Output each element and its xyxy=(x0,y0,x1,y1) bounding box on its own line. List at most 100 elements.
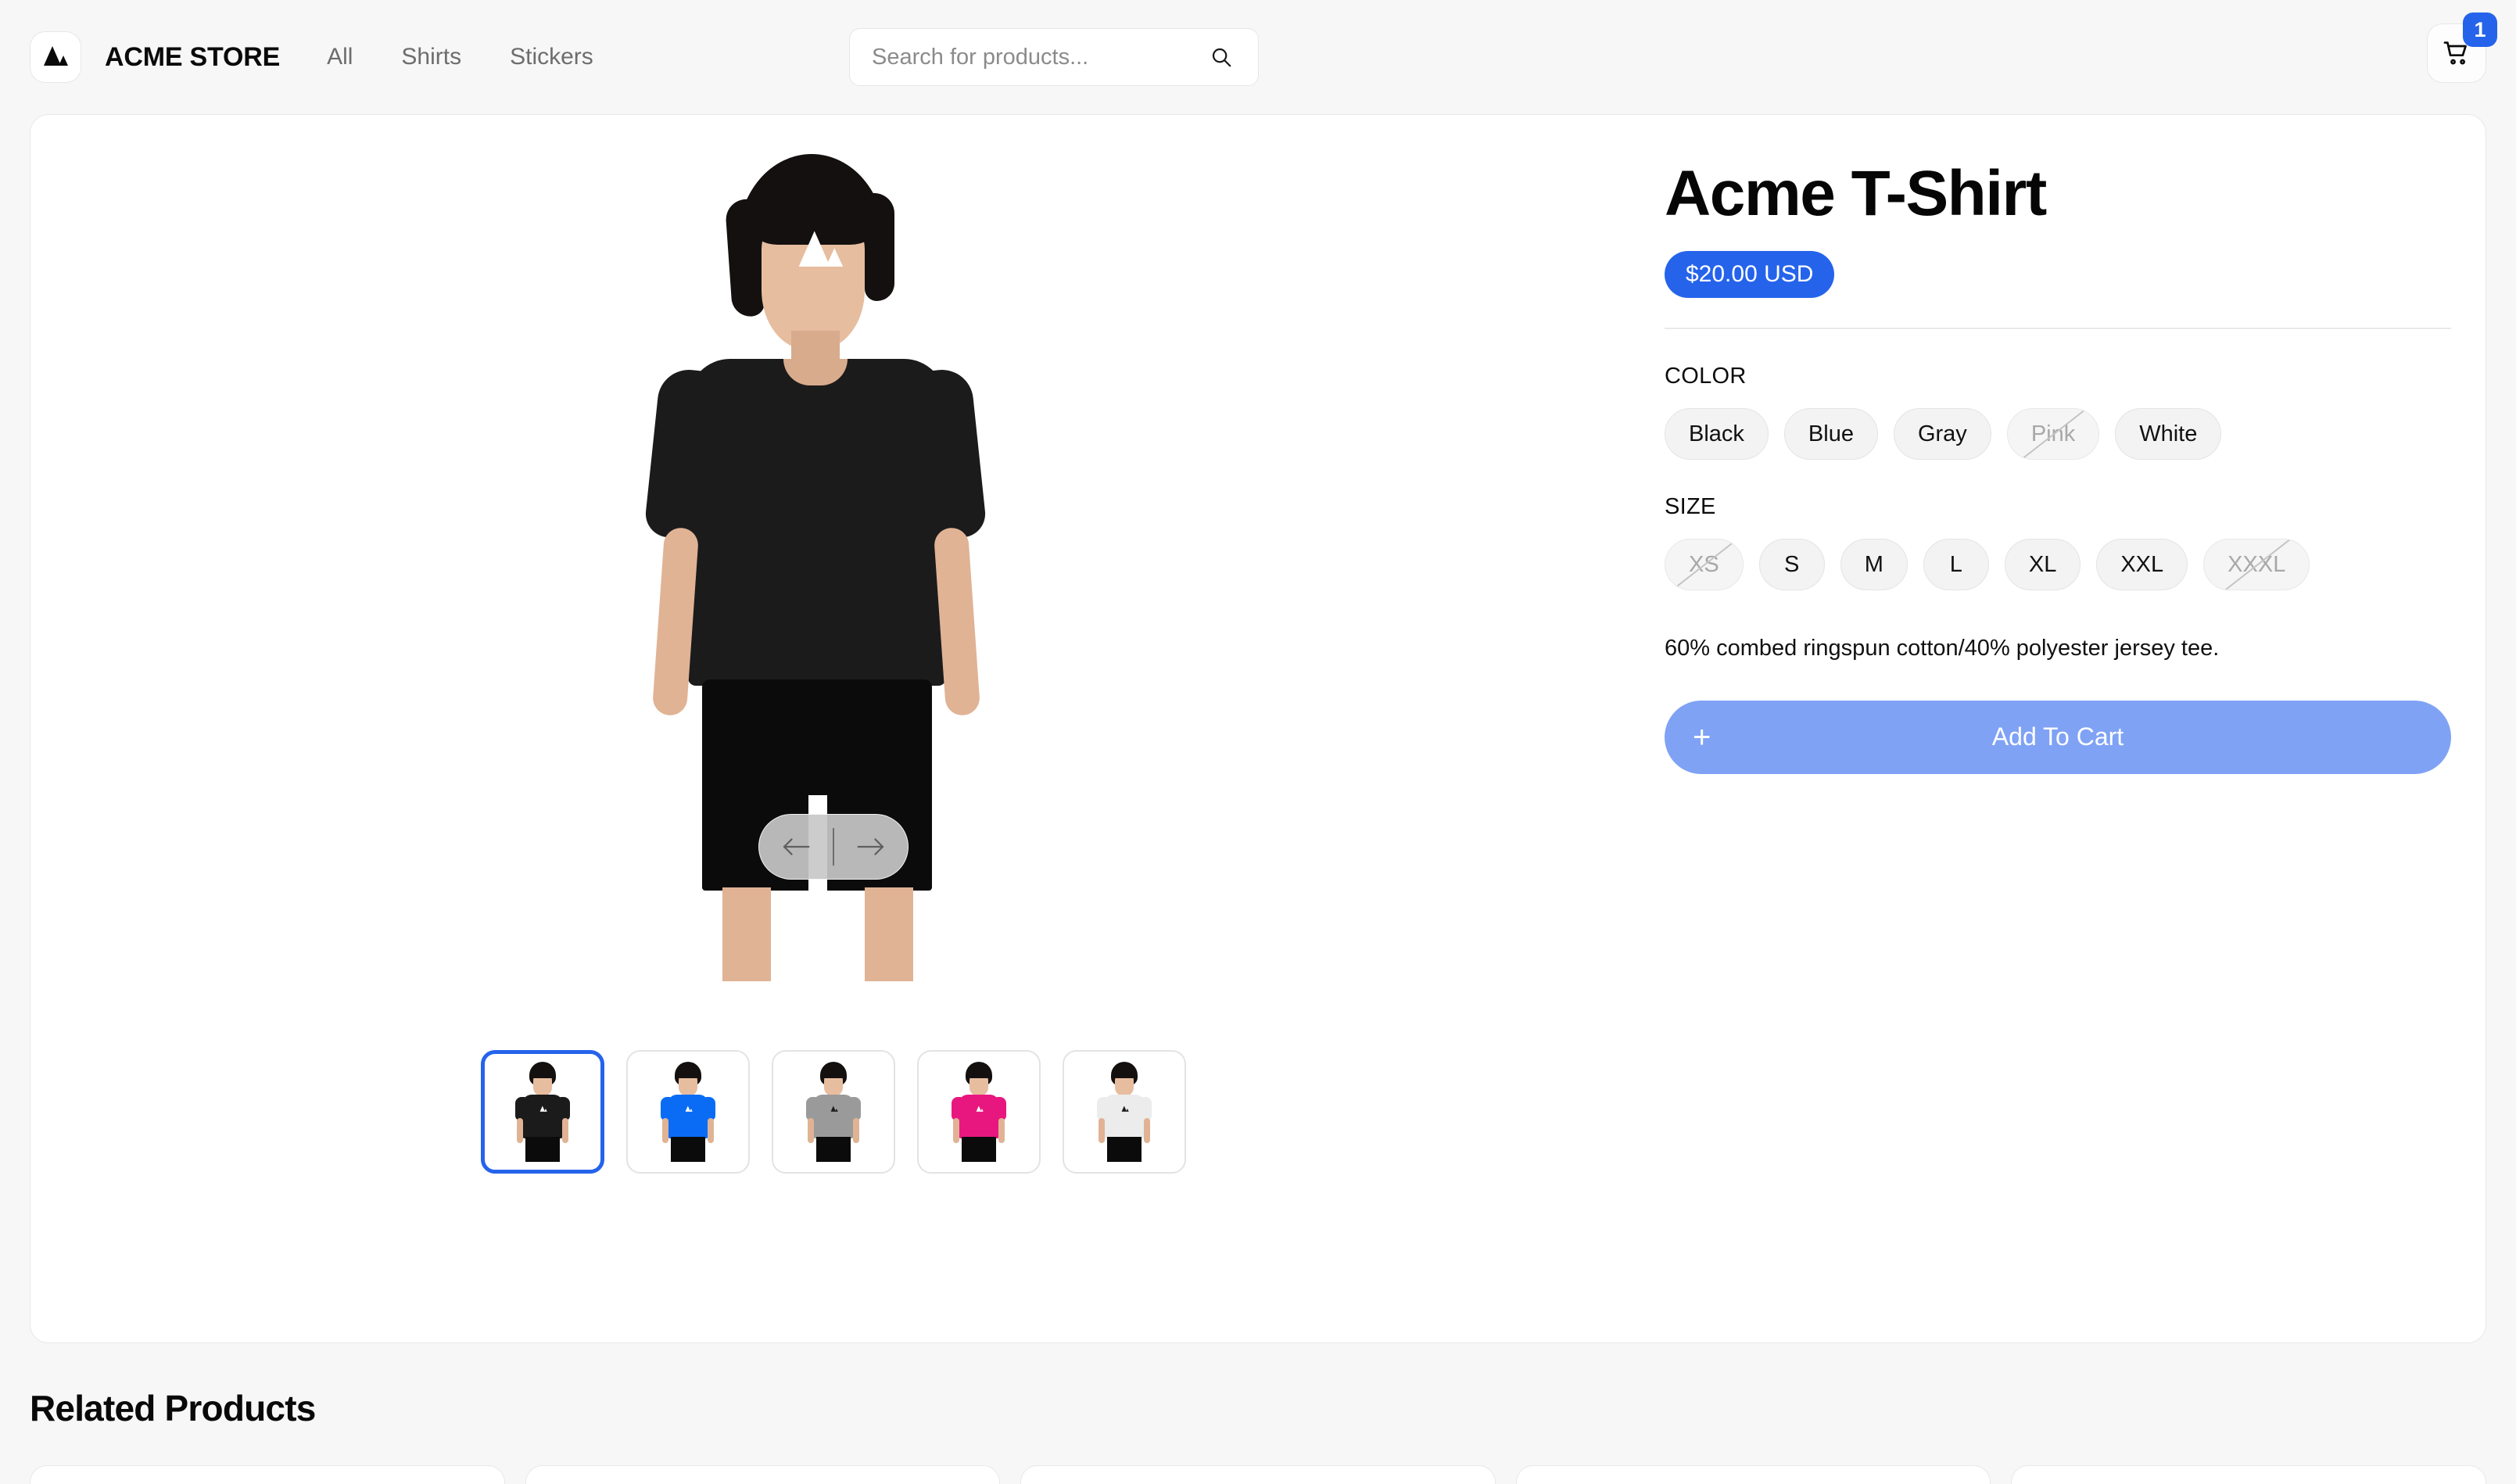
search-input[interactable] xyxy=(872,44,1206,70)
brand-area: ACME STORE xyxy=(30,31,280,83)
color-option-gray[interactable]: Gray xyxy=(1893,408,1991,461)
thumbnail-figure xyxy=(951,1060,1007,1163)
thumb-arm-left xyxy=(517,1118,523,1143)
add-to-cart-button[interactable]: + Add To Cart xyxy=(1665,700,2451,774)
thumb-arm-left xyxy=(1099,1118,1105,1143)
thumbnail-blue[interactable] xyxy=(626,1050,750,1174)
thumb-fringe xyxy=(1113,1068,1136,1078)
shirt-acme-logo-icon xyxy=(798,231,844,267)
color-option-white[interactable]: White xyxy=(2115,408,2222,461)
thumb-acme-logo-icon xyxy=(1121,1106,1129,1112)
thumb-arm-right xyxy=(562,1118,568,1143)
thumb-arm-left xyxy=(808,1118,814,1143)
thumb-fringe xyxy=(531,1068,554,1078)
related-products-title: Related Products xyxy=(30,1388,316,1428)
arrow-right-icon xyxy=(857,838,884,855)
related-product-card[interactable] xyxy=(1515,1465,1991,1484)
thumbnail-strip xyxy=(65,1050,1602,1174)
product-hero-image[interactable] xyxy=(65,146,1602,1022)
brand-name[interactable]: ACME STORE xyxy=(105,42,280,73)
top-navigation-bar: ACME STORE All Shirts Stickers 1 xyxy=(0,0,2516,114)
model-leg-left xyxy=(722,887,771,981)
thumbnail-figure xyxy=(514,1060,571,1163)
size-option-xl[interactable]: XL xyxy=(2004,539,2081,591)
thumb-pants xyxy=(962,1137,996,1162)
thumbnail-gray[interactable] xyxy=(772,1050,895,1174)
thumb-shirt xyxy=(1104,1095,1145,1138)
thumb-fringe xyxy=(967,1068,991,1078)
size-option-group: XS S M L XL XXL XXXL xyxy=(1665,539,2451,591)
thumb-arm-right xyxy=(998,1118,1005,1143)
option-label: XXL xyxy=(2120,551,2164,577)
size-option-label: SIZE xyxy=(1665,494,1716,520)
thumb-pants xyxy=(525,1137,560,1162)
color-option-blue[interactable]: Blue xyxy=(1783,408,1878,461)
thumb-acme-logo-icon xyxy=(976,1106,984,1112)
logo-svg xyxy=(44,46,68,66)
thumbnail-pink[interactable] xyxy=(917,1050,1041,1174)
product-detail-card: Acme T-Shirt $20.00 USD COLOR Black Blue G… xyxy=(30,114,2486,1343)
thumb-acme-logo-icon xyxy=(685,1106,693,1112)
thumb-arm-right xyxy=(853,1118,859,1143)
option-label: XL xyxy=(2028,551,2057,577)
cart-area: 1 xyxy=(2427,13,2497,83)
thumbnail-figure xyxy=(1096,1060,1152,1163)
search-glyph xyxy=(1212,48,1231,67)
search-icon[interactable] xyxy=(1206,42,1236,72)
product-price-badge: $20.00 USD xyxy=(1665,251,1835,299)
search-box[interactable] xyxy=(849,28,1259,86)
nav-link-all[interactable]: All xyxy=(327,44,353,70)
size-option-xxl[interactable]: XXL xyxy=(2096,539,2188,591)
option-label: Blue xyxy=(1808,421,1854,446)
option-label: XS xyxy=(1689,551,1719,577)
thumb-acme-logo-icon xyxy=(539,1106,547,1112)
search-area xyxy=(849,28,1259,86)
color-option-group: Black Blue Gray Pink White xyxy=(1665,408,2451,461)
option-label: L xyxy=(1949,551,1962,577)
thumbnail-figure xyxy=(660,1060,716,1163)
acme-triangle-logo-icon[interactable] xyxy=(30,31,81,83)
nav-link-stickers[interactable]: Stickers xyxy=(510,44,593,70)
thumbnail-black[interactable] xyxy=(481,1050,604,1174)
thumb-shirt xyxy=(813,1095,854,1138)
size-option-l[interactable]: L xyxy=(1923,539,1989,591)
thumb-shirt xyxy=(959,1095,999,1138)
carousel-next-button[interactable] xyxy=(834,814,908,880)
related-product-card[interactable] xyxy=(525,1465,1001,1484)
thumb-arm-left xyxy=(662,1118,668,1143)
nav-links: All Shirts Stickers xyxy=(327,44,593,70)
option-label: Black xyxy=(1689,421,1744,446)
thumb-pants xyxy=(816,1137,851,1162)
model-arm-left xyxy=(651,526,700,717)
nav-link-shirts[interactable]: Shirts xyxy=(401,44,461,70)
thumb-fringe xyxy=(822,1068,845,1078)
product-info-panel: Acme T-Shirt $20.00 USD COLOR Black Blue G… xyxy=(1602,146,2451,1308)
thumb-arm-right xyxy=(1144,1118,1150,1143)
size-option-xxxl: XXXL xyxy=(2203,539,2310,591)
option-label: White xyxy=(2139,421,2198,446)
size-option-m[interactable]: M xyxy=(1840,539,1908,591)
thumb-arm-left xyxy=(953,1118,959,1143)
related-product-card[interactable] xyxy=(30,1465,505,1484)
option-label: Gray xyxy=(1917,421,1967,446)
carousel-previous-button[interactable] xyxy=(759,814,833,880)
related-products-section: Related Products xyxy=(30,1387,2486,1484)
arrow-left-icon xyxy=(783,838,810,855)
thumb-acme-logo-icon xyxy=(830,1106,838,1112)
option-label: S xyxy=(1784,551,1800,577)
size-option-s[interactable]: S xyxy=(1758,539,1825,591)
related-product-card[interactable] xyxy=(2011,1465,2486,1484)
color-option-pink: Pink xyxy=(2006,408,2100,461)
add-to-cart-label: Add To Cart xyxy=(1991,722,2124,751)
thumb-fringe xyxy=(676,1068,700,1078)
thumbnail-white[interactable] xyxy=(1063,1050,1186,1174)
option-label: Pink xyxy=(2030,421,2076,446)
thumb-shirt xyxy=(522,1095,563,1138)
thumb-pants xyxy=(1107,1137,1142,1162)
thumb-shirt xyxy=(668,1095,708,1138)
size-option-xs: XS xyxy=(1665,539,1744,591)
color-option-black[interactable]: Black xyxy=(1665,408,1769,461)
plus-icon: + xyxy=(1693,719,1711,755)
cart-badge-count: 1 xyxy=(2463,13,2497,47)
related-product-card[interactable] xyxy=(1020,1465,1496,1484)
